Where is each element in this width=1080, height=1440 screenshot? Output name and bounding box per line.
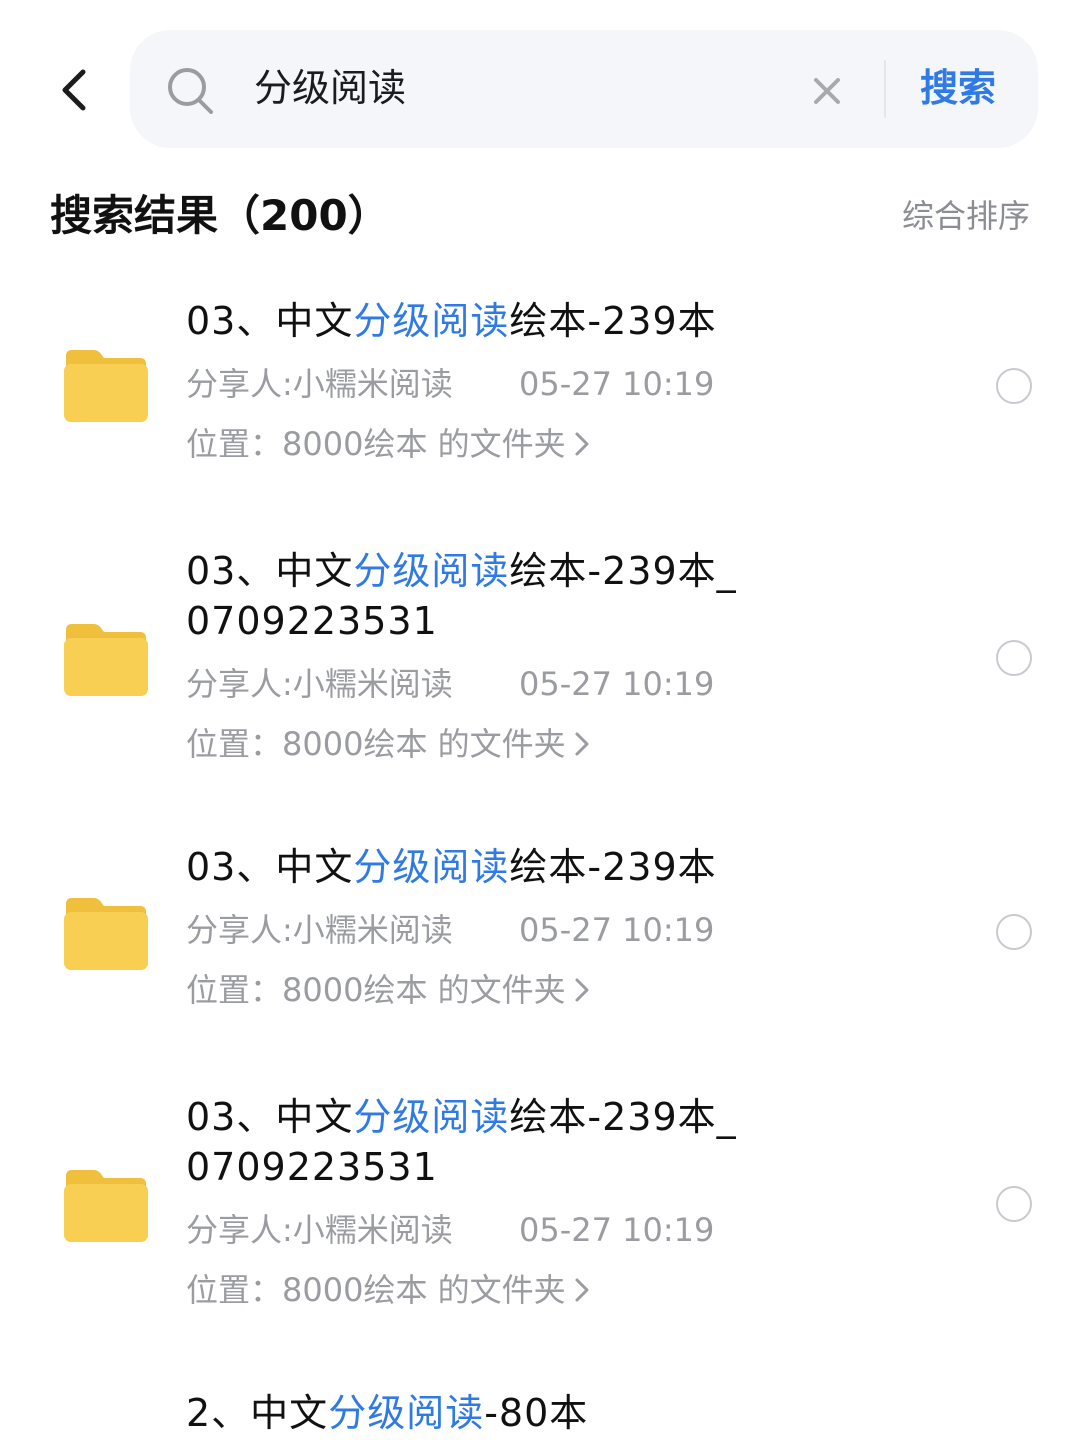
chevron-right-icon [575,978,589,1002]
location-link[interactable]: 位置：8000绘本 的文件夹 [186,720,746,768]
item-content: 03、中文分级阅读绘本-239本_0709223531 分享人:小糯米阅读 05… [186,546,746,768]
sharer-label: 分享人:小糯米阅读 [186,911,453,949]
chevron-right-icon [575,1278,589,1302]
search-bar[interactable]: 分级阅读 搜索 [130,30,1038,148]
select-radio[interactable] [996,368,1032,404]
location-label: 位置：8000绘本 的文件夹 [186,971,566,1009]
title-text: 绘本-239本 [509,299,717,343]
folder-icon [64,350,148,422]
title-highlight: 分级阅读 [353,845,510,889]
location-link[interactable]: 位置：8000绘本 的文件夹 [186,966,946,1014]
location-label: 位置：8000绘本 的文件夹 [186,725,566,763]
search-divider [884,60,886,118]
meta-row: 分享人:小糯米阅读 05-27 10:19 [186,360,946,408]
results-count-title: 搜索结果（200） [50,191,390,240]
clear-icon[interactable] [810,74,844,108]
folder-icon [64,1170,148,1242]
title-text: 绘本-239本 [509,845,717,889]
timestamp: 05-27 10:19 [519,365,715,403]
title-text: 03、中文 [186,299,354,343]
location-label: 位置：8000绘本 的文件夹 [186,1271,566,1309]
meta-row: 分享人:小糯米阅读 05-27 10:19 [186,1206,746,1254]
list-item[interactable]: 03、中文分级阅读绘本-239本 分享人:小糯米阅读 05-27 10:19 位… [0,842,1080,1042]
item-title: 03、中文分级阅读绘本-239本 [186,842,946,892]
sharer-label: 分享人:小糯米阅读 [186,1211,453,1249]
item-title: 03、中文分级阅读绘本-239本_0709223531 [186,546,746,646]
timestamp: 05-27 10:19 [519,1211,715,1249]
title-text: -80本 [484,1391,589,1435]
title-text: 2、中文 [186,1391,329,1435]
title-text: 03、中文 [186,549,354,593]
search-button[interactable]: 搜索 [920,60,996,116]
sharer-label: 分享人:小糯米阅读 [186,665,453,703]
chevron-right-icon [575,432,589,456]
meta-row: 分享人:小糯米阅读 05-27 10:19 [186,906,946,954]
folder-icon [64,624,148,696]
location-label: 位置：8000绘本 的文件夹 [186,425,566,463]
item-content: 2、中文分级阅读-80本 [186,1388,946,1438]
select-radio[interactable] [996,914,1032,950]
title-text: 03、中文 [186,1095,354,1139]
search-results-page: 分级阅读 搜索 搜索结果（200） 综合排序 03、中文分级阅读绘本-239本 … [0,0,1080,1440]
back-button[interactable] [44,58,104,122]
item-content: 03、中文分级阅读绘本-239本 分享人:小糯米阅读 05-27 10:19 位… [186,296,946,468]
title-highlight: 分级阅读 [353,1095,510,1139]
title-highlight: 分级阅读 [328,1391,485,1435]
select-radio[interactable] [996,640,1032,676]
list-item[interactable]: 2、中文分级阅读-80本 [0,1388,1080,1440]
item-title: 03、中文分级阅读绘本-239本 [186,296,946,346]
search-header: 分级阅读 搜索 [0,0,1080,160]
search-icon [168,68,213,114]
timestamp: 05-27 10:19 [519,911,715,949]
chevron-right-icon [575,732,589,756]
search-input[interactable]: 分级阅读 [254,60,406,116]
item-content: 03、中文分级阅读绘本-239本_0709223531 分享人:小糯米阅读 05… [186,1092,746,1314]
item-title: 03、中文分级阅读绘本-239本_0709223531 [186,1092,746,1192]
chevron-left-icon [62,69,86,111]
list-item[interactable]: 03、中文分级阅读绘本-239本_0709223531 分享人:小糯米阅读 05… [0,1092,1080,1342]
title-text: 03、中文 [186,845,354,889]
title-highlight: 分级阅读 [353,299,510,343]
sharer-label: 分享人:小糯米阅读 [186,365,453,403]
list-item[interactable]: 03、中文分级阅读绘本-239本_0709223531 分享人:小糯米阅读 05… [0,546,1080,796]
list-item[interactable]: 03、中文分级阅读绘本-239本 分享人:小糯米阅读 05-27 10:19 位… [0,296,1080,496]
location-link[interactable]: 位置：8000绘本 的文件夹 [186,1266,746,1314]
title-highlight: 分级阅读 [353,549,510,593]
folder-icon [64,898,148,970]
location-link[interactable]: 位置：8000绘本 的文件夹 [186,420,946,468]
item-content: 03、中文分级阅读绘本-239本 分享人:小糯米阅读 05-27 10:19 位… [186,842,946,1014]
timestamp: 05-27 10:19 [519,665,715,703]
sort-button[interactable]: 综合排序 [902,194,1030,238]
meta-row: 分享人:小糯米阅读 05-27 10:19 [186,660,746,708]
item-title: 2、中文分级阅读-80本 [186,1388,946,1438]
select-radio[interactable] [996,1186,1032,1222]
